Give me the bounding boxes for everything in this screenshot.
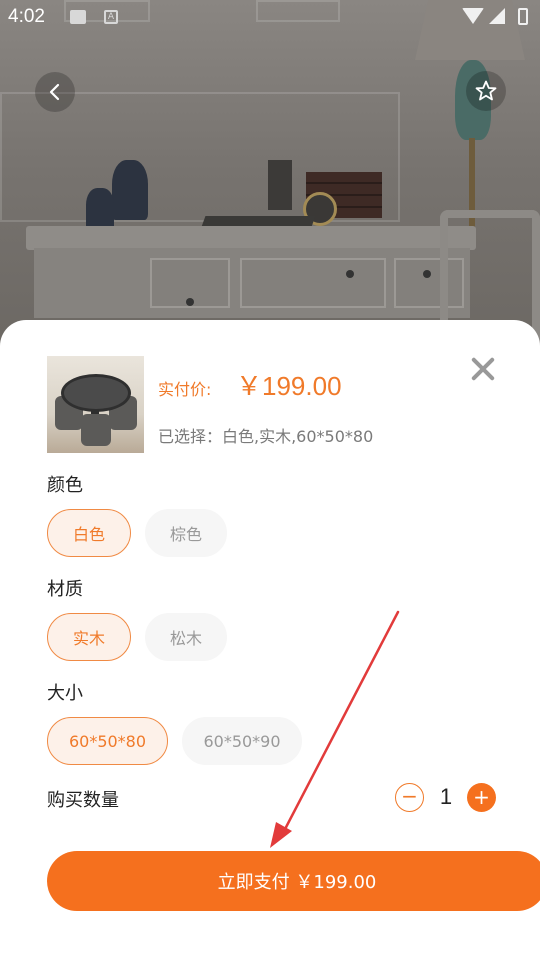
- deer-figurine: [112, 160, 148, 220]
- thumb-table: [61, 374, 131, 412]
- star-icon: [475, 80, 497, 101]
- size-option-60-50-80[interactable]: 60*50*80: [47, 717, 168, 765]
- selected-options-text: 已选择：白色,实木,60*50*80: [158, 427, 374, 446]
- quantity-increase-button[interactable]: +: [467, 783, 496, 812]
- desk-drawer: [240, 258, 386, 308]
- price-value: ￥199.00: [236, 371, 342, 401]
- drawer-knob: [346, 270, 354, 278]
- status-bar: 4:02 A: [0, 0, 540, 36]
- a-notification-icon: A: [104, 10, 118, 24]
- color-section-title: 颜色: [47, 475, 83, 496]
- image-notification-icon: [70, 10, 86, 24]
- favorite-button[interactable]: [466, 71, 506, 111]
- signal-icon: [489, 8, 505, 24]
- drawer-knob: [423, 270, 431, 278]
- color-option-brown[interactable]: 棕色: [145, 509, 227, 557]
- price-label: 实付价:: [158, 380, 212, 399]
- battery-icon: [518, 8, 528, 25]
- thumb-stool: [81, 414, 111, 446]
- deer-figurine: [86, 188, 114, 230]
- desk-top: [26, 226, 476, 250]
- quantity-decrease-button[interactable]: −: [395, 783, 424, 812]
- size-option-60-50-90[interactable]: 60*50*90: [182, 717, 302, 765]
- close-icon[interactable]: [464, 350, 502, 388]
- product-thumbnail: [47, 356, 144, 453]
- quantity-value: 1: [439, 784, 453, 809]
- material-section-title: 材质: [47, 579, 83, 600]
- chevron-left-icon: [49, 83, 60, 101]
- back-button[interactable]: [35, 72, 75, 112]
- material-option-pine[interactable]: 松木: [145, 613, 227, 661]
- pencil-cup: [268, 160, 292, 210]
- drawer-knob: [186, 298, 194, 306]
- material-option-solid-wood[interactable]: 实木: [47, 613, 131, 661]
- status-time: 4:02: [8, 6, 45, 27]
- quantity-label: 购买数量: [47, 790, 119, 811]
- pay-now-button[interactable]: 立即支付 ￥199.00: [47, 851, 540, 911]
- size-section-title: 大小: [47, 683, 83, 704]
- wifi-icon: [462, 8, 484, 24]
- color-option-white[interactable]: 白色: [47, 509, 131, 557]
